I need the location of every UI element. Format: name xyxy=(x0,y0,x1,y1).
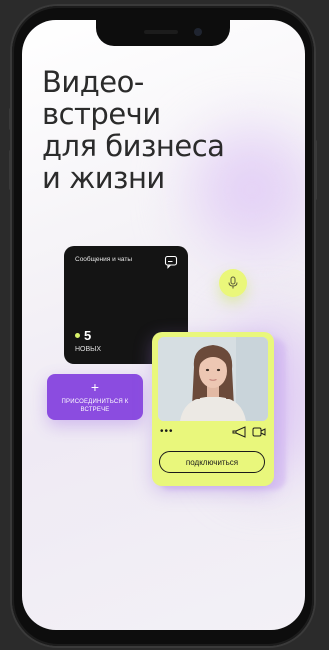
new-count: 5 xyxy=(84,328,92,343)
megaphone-icon[interactable] xyxy=(232,426,248,438)
speaker-grille xyxy=(144,30,178,34)
video-control-icons xyxy=(232,426,266,438)
phone-screen: Видео- встречи для бизнеса и жизни Сообщ… xyxy=(22,20,305,630)
plus-icon: + xyxy=(90,379,100,395)
connect-button[interactable]: подключиться xyxy=(159,451,265,473)
front-camera xyxy=(194,28,202,36)
new-count-row: 5 xyxy=(75,328,91,343)
microphone-icon xyxy=(228,276,238,289)
more-options-icon[interactable]: ••• xyxy=(160,427,174,437)
status-dot xyxy=(75,333,80,338)
headline: Видео- встречи для бизнеса и жизни xyxy=(42,66,292,194)
headline-line: и жизни xyxy=(42,161,165,195)
video-controls: ••• xyxy=(160,426,266,438)
stage: Видео- встречи для бизнеса и жизни Сообщ… xyxy=(0,0,329,650)
mic-button[interactable] xyxy=(219,269,247,297)
participant-portrait xyxy=(158,337,268,421)
video-camera-icon[interactable] xyxy=(252,426,266,438)
headline-line: для бизнеса xyxy=(42,129,225,163)
video-card: ••• подключиться xyxy=(152,332,274,486)
join-meeting-label: ПРИСОЕДИНИТЬСЯ К ВСТРЕЧЕ xyxy=(61,399,129,413)
join-meeting-button[interactable]: + ПРИСОЕДИНИТЬСЯ К ВСТРЕЧЕ xyxy=(47,374,143,420)
headline-line: Видео- xyxy=(42,65,144,99)
phone-notch xyxy=(96,20,230,46)
headline-line: встречи xyxy=(42,97,161,131)
video-frame xyxy=(158,337,268,421)
new-count-label: НОВЫХ xyxy=(75,346,102,353)
messages-card-title: Сообщения и чаты xyxy=(75,256,133,263)
side-button-right xyxy=(314,140,317,200)
chat-icon xyxy=(164,255,178,269)
